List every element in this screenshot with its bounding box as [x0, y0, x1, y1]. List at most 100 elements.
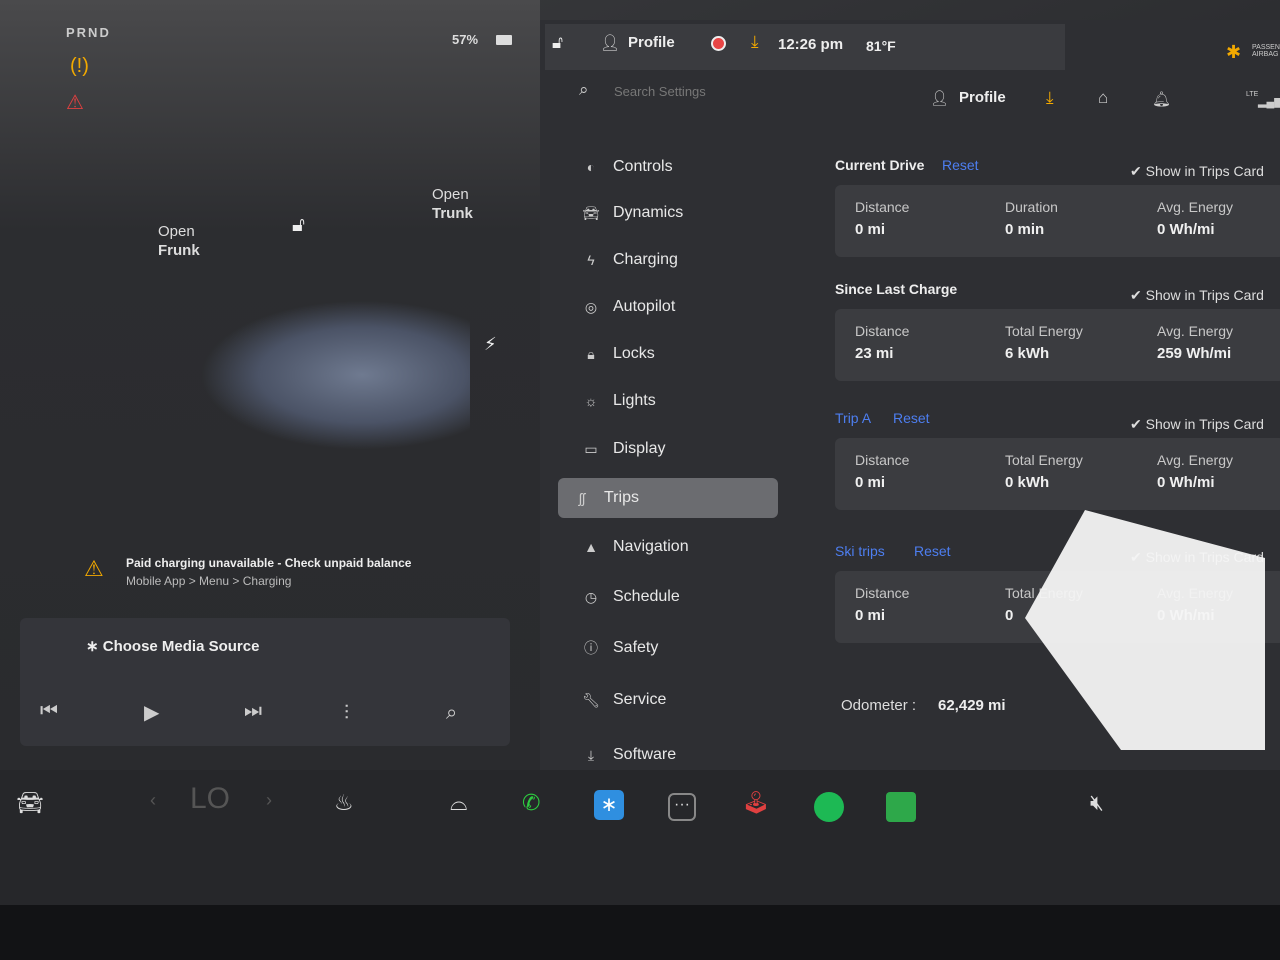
since-last-charge-title: Since Last Charge — [835, 281, 958, 297]
previous-track-icon[interactable]: ⏮ — [40, 700, 58, 723]
more-apps-icon[interactable]: ··· — [668, 793, 696, 821]
unlock-icon[interactable]: 🔓︎ — [292, 214, 305, 237]
navigation-icon: ▲ — [584, 539, 598, 555]
wrench-icon: 🔧︎ — [582, 691, 600, 708]
battery-icon — [496, 35, 512, 45]
menu-item-locks[interactable]: 🔒︎ Locks — [575, 334, 795, 374]
car-image — [200, 300, 470, 450]
homelink-garage-icon[interactable]: ⌂ — [1098, 88, 1108, 108]
volume-mute-icon[interactable]: 🔇︎ — [1090, 790, 1104, 816]
charge-port-bolt-icon[interactable]: ⚡︎ — [484, 334, 497, 355]
passenger-airbag-icon: ✱ — [1226, 42, 1242, 62]
stocks-app-icon[interactable] — [886, 792, 916, 822]
stat-value: 0 kWh — [1005, 474, 1050, 491]
stat-value: 0 min — [1005, 221, 1045, 238]
stat-value: 0 mi — [855, 474, 886, 491]
open-trunk-button[interactable]: Open Trunk — [432, 185, 473, 223]
menu-item-software[interactable]: ⤓ Software — [575, 735, 795, 775]
menu-item-label: Locks — [613, 345, 655, 362]
software-update-icon[interactable]: ⤓ — [751, 32, 759, 52]
show-in-trips-card-checkbox[interactable]: ✔ Show in Trips Card — [1130, 287, 1264, 304]
stat-value: 0 mi — [855, 221, 886, 238]
dashcam-record-icon[interactable] — [711, 36, 726, 51]
stat-label: Avg. Energy — [1157, 323, 1234, 339]
menu-item-label: Display — [613, 440, 666, 457]
show-in-trips-card-label: Show in Trips Card — [1145, 416, 1264, 432]
checkmark-icon: ✔ — [1130, 287, 1146, 303]
stat-label: Distance — [855, 452, 910, 468]
stat-label: Avg. Energy — [1157, 452, 1234, 468]
sun-icon: ☼ — [584, 393, 598, 409]
bolt-icon: ϟ — [587, 252, 595, 268]
ski-trips-reset-button[interactable]: Reset — [914, 543, 951, 559]
search-icon: ⌕ — [579, 80, 589, 99]
trip-a-title[interactable]: Trip A — [835, 410, 871, 426]
lock-status-icon[interactable]: 🔓︎ — [552, 33, 563, 53]
battery-percent: 57% — [452, 32, 479, 47]
stat-value: 0 mi — [855, 607, 886, 624]
current-drive-reset-button[interactable]: Reset — [942, 157, 979, 173]
show-in-trips-card-checkbox[interactable]: ✔ Show in Trips Card — [1130, 416, 1264, 433]
show-in-trips-card-checkbox[interactable]: ✔ Show in Trips Card — [1130, 163, 1264, 180]
menu-item-autopilot[interactable]: ◎ Autopilot — [575, 287, 795, 327]
seat-heater-icon[interactable]: ♨ — [334, 790, 354, 816]
toggle-icon: ◐ — [586, 159, 596, 175]
menu-item-charging[interactable]: ϟ Charging — [575, 240, 795, 280]
spotify-icon[interactable] — [814, 792, 844, 822]
phone-icon[interactable]: ✆ — [522, 790, 540, 816]
lock-icon: 🔒︎ — [587, 345, 595, 362]
stat-value: 259 Wh/mi — [1157, 345, 1232, 362]
trip-a-reset-button[interactable]: Reset — [893, 410, 930, 426]
clock-time: 12:26 pm — [778, 36, 844, 53]
play-icon[interactable]: ▶ — [144, 700, 159, 725]
menu-item-label: Navigation — [613, 538, 689, 555]
menu-item-label: Service — [613, 691, 667, 708]
temp-increase-icon[interactable]: › — [266, 790, 272, 811]
search-settings-input[interactable]: Search Settings — [614, 84, 706, 99]
stat-value: 23 mi — [855, 345, 894, 362]
menu-item-schedule[interactable]: ◷ Schedule — [575, 577, 795, 617]
download-icon[interactable]: ⤓ — [1046, 88, 1054, 108]
menu-item-label: Controls — [613, 158, 673, 175]
equalizer-icon[interactable]: ⫶ — [344, 702, 349, 725]
top-profile-button[interactable]: Profile — [628, 34, 675, 51]
current-drive-card: Distance 0 mi Duration 0 min Avg. Energy 0 Wh… — [835, 185, 1280, 257]
car-icon[interactable]: 🚘︎ — [16, 790, 44, 816]
choose-media-source-button[interactable]: ∗ Choose Media Source — [86, 637, 259, 655]
menu-item-safety[interactable]: ⓘ Safety — [575, 628, 795, 668]
stat-label: Distance — [855, 199, 910, 215]
stat-value: 0 — [1005, 607, 1014, 624]
display-icon: ▭ — [584, 440, 598, 457]
search-media-icon[interactable]: ⌕ — [446, 702, 457, 725]
stat-label: Avg. Energy — [1157, 199, 1234, 215]
download-icon: ⤓ — [587, 746, 595, 763]
since-last-charge-card: Distance 23 mi Total Energy 6 kWh Avg. Energ… — [835, 309, 1280, 381]
checkmark-icon: ✔ — [1130, 163, 1146, 179]
signal-strength-icon: ▂▄▆ — [1258, 96, 1280, 108]
screen-bezel — [0, 905, 1280, 960]
ski-trips-title[interactable]: Ski trips — [835, 543, 885, 559]
menu-item-service[interactable]: 🔧︎ Service — [575, 680, 795, 720]
show-in-trips-card-label: Show in Trips Card — [1145, 163, 1264, 179]
gear-indicator: PRND — [66, 25, 111, 40]
next-track-icon[interactable]: ⏭ — [244, 700, 262, 723]
profile-button[interactable]: Profile — [959, 89, 1006, 106]
stat-value: 0 Wh/mi — [1157, 474, 1215, 491]
menu-item-lights[interactable]: ☼ Lights — [575, 381, 795, 421]
climate-temperature[interactable]: LO — [190, 782, 230, 816]
temp-decrease-icon[interactable]: ‹ — [150, 790, 156, 811]
menu-item-display[interactable]: ▭ Display — [575, 429, 795, 469]
menu-item-controls[interactable]: ◐ Controls — [575, 147, 795, 187]
menu-item-dynamics[interactable]: 🚘︎ Dynamics — [575, 193, 795, 233]
wiper-icon[interactable]: ⌓ — [450, 790, 467, 816]
menu-item-trips[interactable]: ʃʃ Trips — [558, 478, 778, 518]
toybox-joystick-icon[interactable]: 🕹︎ — [742, 790, 770, 816]
open-frunk-button[interactable]: Open Frunk — [158, 222, 200, 260]
stat-value: 6 kWh — [1005, 345, 1050, 362]
alert-title: Paid charging unavailable - Check unpaid… — [126, 556, 412, 570]
stat-value: 0 Wh/mi — [1157, 221, 1215, 238]
trips-icon: ʃʃ — [578, 490, 586, 506]
notification-bell-icon[interactable]: 🔔︎ — [1152, 90, 1171, 108]
menu-item-navigation[interactable]: ▲ Navigation — [575, 527, 795, 567]
bluetooth-app-icon[interactable]: ∗ — [594, 790, 624, 820]
